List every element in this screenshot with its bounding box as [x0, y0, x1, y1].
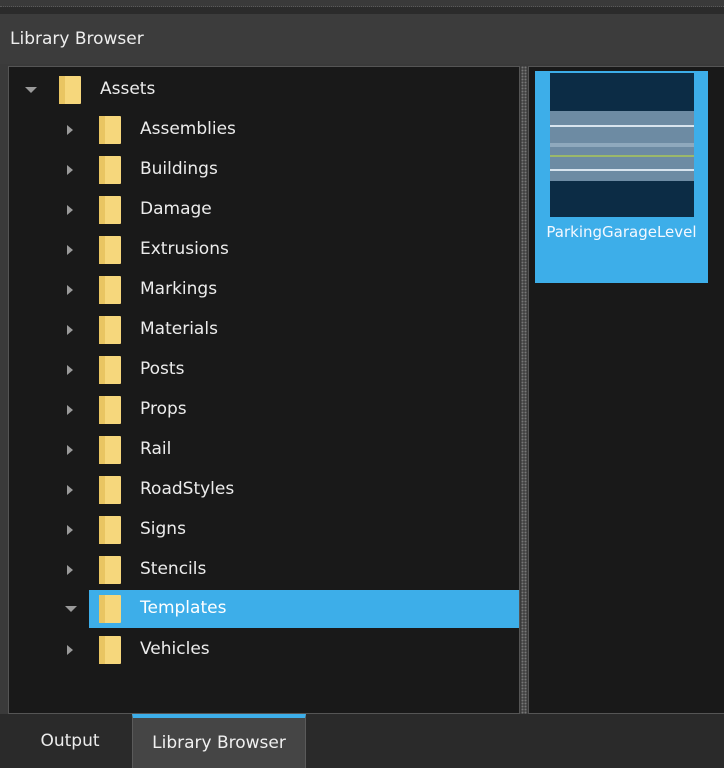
tree-item-posts[interactable]: Posts: [9, 352, 519, 388]
asset-tile-label: ParkingGarageLevel: [546, 223, 697, 241]
tree-item-label: Markings: [140, 279, 218, 299]
folder-icon: [99, 436, 121, 464]
tree-item-label: Stencils: [140, 559, 207, 579]
tree-item-label: Props: [140, 399, 187, 419]
folder-icon: [99, 356, 121, 384]
tree-item-label: Vehicles: [140, 639, 210, 659]
asset-thumbnail: [550, 73, 694, 217]
tree-root-label: Assets: [100, 79, 156, 99]
folder-icon: [99, 516, 121, 544]
folder-icon: [99, 316, 121, 344]
collapse-arrow-icon[interactable]: [67, 365, 73, 375]
collapse-arrow-icon[interactable]: [67, 285, 73, 295]
tree-item-materials[interactable]: Materials: [9, 312, 519, 348]
folder-icon: [99, 476, 121, 504]
tree-item-label: Materials: [140, 319, 218, 339]
collapse-arrow-icon[interactable]: [67, 325, 73, 335]
tree-item-damage[interactable]: Damage: [9, 192, 519, 228]
tree-item-vehicles[interactable]: Vehicles: [9, 632, 519, 668]
tree-item-label: Assemblies: [140, 119, 236, 139]
tree-item-markings[interactable]: Markings: [9, 272, 519, 308]
tab-label: Library Browser: [152, 733, 286, 753]
collapse-arrow-icon[interactable]: [67, 245, 73, 255]
folder-icon: [99, 156, 121, 184]
folder-icon: [99, 396, 121, 424]
tree-item-label: Buildings: [140, 159, 218, 179]
tree-item-label: Damage: [140, 199, 212, 219]
tree-item-label: Rail: [140, 439, 172, 459]
folder-icon: [99, 276, 121, 304]
collapse-arrow-icon[interactable]: [67, 125, 73, 135]
collapse-arrow-icon[interactable]: [67, 405, 73, 415]
top-dock-strip: [0, 0, 724, 7]
collapse-arrow-icon[interactable]: [67, 485, 73, 495]
tab-label: Output: [40, 731, 100, 751]
folder-icon: [99, 196, 121, 224]
tree-item-label: Extrusions: [140, 239, 229, 259]
pane-splitter-handle[interactable]: [521, 66, 527, 714]
tree-item-label: Posts: [140, 359, 185, 379]
tree-item-buildings[interactable]: Buildings: [9, 152, 519, 188]
folder-icon: [99, 116, 121, 144]
collapse-arrow-icon[interactable]: [67, 205, 73, 215]
lane-line: [550, 155, 694, 157]
lane-line: [550, 125, 694, 127]
folder-icon: [99, 595, 121, 623]
tree-item-props[interactable]: Props: [9, 392, 519, 428]
tree-item-rail[interactable]: Rail: [9, 432, 519, 468]
panel-title: Library Browser: [10, 29, 144, 49]
panel-title-bar: Library Browser: [0, 14, 724, 64]
tree-item-assemblies[interactable]: Assemblies: [9, 112, 519, 148]
collapse-arrow-icon[interactable]: [67, 565, 73, 575]
folder-icon: [99, 236, 121, 264]
tree-item-signs[interactable]: Signs: [9, 512, 519, 548]
collapse-arrow-icon[interactable]: [67, 165, 73, 175]
tree-item-label: Signs: [140, 519, 186, 539]
lane-divider: [550, 143, 694, 147]
tab-output[interactable]: Output: [20, 714, 120, 768]
tree-item-roadstyles[interactable]: RoadStyles: [9, 472, 519, 508]
folder-icon: [99, 556, 121, 584]
collapse-arrow-icon[interactable]: [67, 445, 73, 455]
asset-tile-parking-garage-level[interactable]: ParkingGarageLevel: [535, 71, 708, 283]
tree-item-stencils[interactable]: Stencils: [9, 552, 519, 588]
tree-root-assets[interactable]: Assets: [9, 72, 519, 108]
expand-arrow-icon[interactable]: [65, 606, 77, 612]
tree-item-label: Templates: [140, 598, 227, 618]
collapse-arrow-icon[interactable]: [67, 645, 73, 655]
tree-item-label: RoadStyles: [140, 479, 235, 499]
tree-item-templates-content[interactable]: Templates: [9, 591, 519, 627]
folder-icon: [59, 76, 81, 104]
collapse-arrow-icon[interactable]: [67, 525, 73, 535]
tree-item-extrusions[interactable]: Extrusions: [9, 232, 519, 268]
folder-icon: [99, 636, 121, 664]
bottom-tab-bar: Output Library Browser: [0, 714, 724, 768]
asset-grid[interactable]: ParkingGarageLevel: [528, 66, 724, 714]
folder-tree[interactable]: Assets Assemblies Buildings Damage Extru…: [8, 66, 520, 714]
expand-arrow-icon[interactable]: [25, 87, 37, 93]
tab-library-browser[interactable]: Library Browser: [132, 714, 306, 768]
library-browser-panel: Assets Assemblies Buildings Damage Extru…: [0, 64, 724, 714]
lane-line: [550, 169, 694, 171]
